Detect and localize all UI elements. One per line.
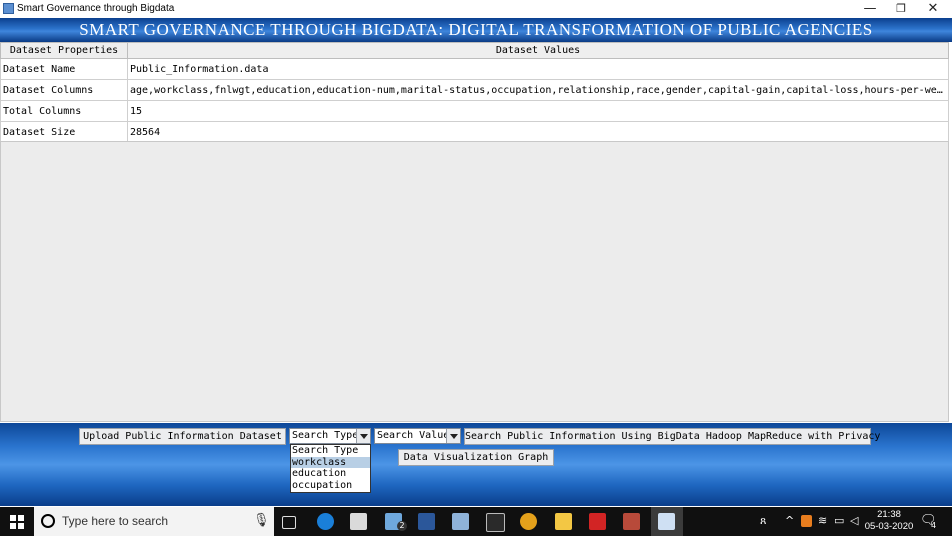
chrome-icon[interactable] xyxy=(520,513,537,530)
store-icon[interactable] xyxy=(350,513,367,530)
cortana-icon xyxy=(41,514,55,528)
search-value-combo[interactable]: Search Value xyxy=(374,428,461,444)
java-app-icon xyxy=(3,3,14,14)
dropdown-option[interactable]: occupation xyxy=(291,480,370,492)
chevron-up-icon[interactable]: ^ xyxy=(785,514,794,527)
table-row[interactable]: Dataset Name Public_Information.data xyxy=(0,58,949,80)
search-type-dropdown-list[interactable]: Search Type workclass education occupati… xyxy=(290,444,371,493)
mail-badge: 2 xyxy=(397,521,407,531)
acrobat-icon[interactable] xyxy=(589,513,606,530)
row-key[interactable]: Dataset Columns xyxy=(0,79,128,101)
close-button[interactable]: ✕ xyxy=(918,0,948,18)
java-app-taskbar-icon[interactable] xyxy=(658,513,675,530)
table-row[interactable]: Dataset Columns age,workclass,fnlwgt,edu… xyxy=(0,79,949,101)
clock-time: 21:38 xyxy=(877,509,901,520)
wifi-icon[interactable]: ≋ xyxy=(818,514,827,527)
search-placeholder: Type here to search xyxy=(62,514,169,528)
volume-icon[interactable]: ◁ xyxy=(850,514,858,527)
window-titlebar: Smart Governance through Bigdata — ❐ ✕ xyxy=(0,0,952,18)
clock-date: 05-03-2020 xyxy=(864,521,914,532)
search-type-combo[interactable]: Search Type xyxy=(289,428,371,444)
tray-app-icon[interactable] xyxy=(801,515,812,527)
search-value-value: Search Value xyxy=(377,430,450,441)
table-row[interactable]: Dataset Size 28564 xyxy=(0,121,949,143)
data-visualization-button[interactable]: Data Visualization Graph xyxy=(398,449,554,466)
microphone-icon[interactable]: 🎙 xyxy=(253,513,270,528)
archive-tool-icon[interactable] xyxy=(623,513,640,530)
row-key[interactable]: Dataset Name xyxy=(0,58,128,80)
system-clock[interactable]: 21:38 05-03-2020 xyxy=(864,509,914,533)
people-icon[interactable]: ጸ xyxy=(760,514,766,528)
dropdown-option-selected[interactable]: workclass xyxy=(291,456,370,469)
upload-dataset-button[interactable]: Upload Public Information Dataset xyxy=(79,428,286,445)
table-empty-area xyxy=(0,141,949,422)
chevron-down-icon[interactable] xyxy=(356,429,370,443)
windows-start-button[interactable] xyxy=(10,515,24,529)
row-value[interactable]: age,workclass,fnlwgt,education,education… xyxy=(127,79,949,101)
row-key[interactable]: Dataset Size xyxy=(0,121,128,143)
minimize-button[interactable]: — xyxy=(855,0,885,18)
task-view-icon[interactable] xyxy=(282,516,296,529)
dropdown-option[interactable]: education xyxy=(291,468,370,480)
file-explorer-icon[interactable] xyxy=(555,513,572,530)
chevron-down-icon[interactable] xyxy=(446,429,460,443)
search-type-value: Search Type xyxy=(292,430,359,441)
edge-browser-icon[interactable] xyxy=(317,513,334,530)
command-prompt-icon[interactable] xyxy=(486,513,505,532)
row-value[interactable]: 28564 xyxy=(127,121,949,143)
app-header-banner: SMART GOVERNANCE THROUGH BIGDATA: DIGITA… xyxy=(0,18,952,42)
column-header-properties[interactable]: Dataset Properties xyxy=(0,42,128,59)
window-title: Smart Governance through Bigdata xyxy=(17,3,175,14)
dataset-properties-table: Dataset Properties Dataset Values Datase… xyxy=(0,42,949,143)
notepad-icon[interactable] xyxy=(452,513,469,530)
row-value[interactable]: 15 xyxy=(127,100,949,122)
notification-count: 4 xyxy=(931,521,937,530)
search-mapreduce-button[interactable]: Search Public Information Using BigData … xyxy=(464,428,880,445)
taskbar-search-box[interactable]: Type here to search 🎙 xyxy=(34,507,274,536)
column-header-values[interactable]: Dataset Values xyxy=(127,42,949,59)
table-header-row: Dataset Properties Dataset Values xyxy=(0,42,949,59)
windows-taskbar: Type here to search 🎙 2 ጸ ^ ≋ ▭ ◁ 21:38 … xyxy=(0,507,952,536)
dropdown-option[interactable]: Search Type xyxy=(291,445,370,457)
word-icon[interactable] xyxy=(418,513,435,530)
table-row[interactable]: Total Columns 15 xyxy=(0,100,949,122)
battery-icon[interactable]: ▭ xyxy=(834,514,844,527)
restore-button[interactable]: ❐ xyxy=(886,0,916,18)
row-value[interactable]: Public_Information.data xyxy=(127,58,949,80)
row-key[interactable]: Total Columns xyxy=(0,100,128,122)
